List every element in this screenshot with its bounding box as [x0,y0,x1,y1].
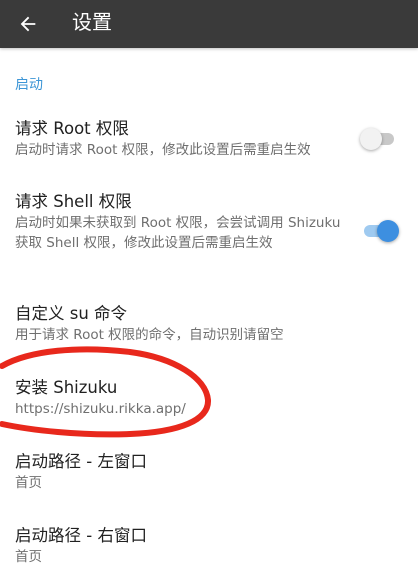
app-bar: 设置 [0,0,418,48]
pref-title: 请求 Root 权限 [15,119,129,138]
settings-list: 启动 请求 Root 权限 启动时请求 Root 权限，修改此设置后需重启生效 … [0,48,418,573]
pref-start-path-left[interactable]: 启动路径 - 左窗口 首页 [0,448,418,498]
shell-permission-switch[interactable] [360,220,399,242]
pref-summary: 首页 [15,549,42,565]
pref-start-path-right[interactable]: 启动路径 - 右窗口 首页 [0,522,418,572]
pref-install-shizuku[interactable]: 安装 Shizuku https://shizuku.rikka.app/ [0,374,418,424]
pref-title: 启动路径 - 右窗口 [15,526,147,545]
pref-title: 安装 Shizuku [15,378,118,397]
root-permission-switch[interactable] [360,128,398,150]
category-header-startup: 启动 [15,77,43,93]
page-title: 设置 [72,10,112,34]
switch-thumb [360,128,382,150]
pref-summary: 启动时如果未获取到 Root 权限，会尝试调用 Shizuku 获取 Shell… [15,215,341,251]
pref-custom-su-command[interactable]: 自定义 su 命令 用于请求 Root 权限的命令，自动识别请留空 [0,300,418,350]
back-button[interactable] [8,4,48,44]
pref-summary: 启动时请求 Root 权限，修改此设置后需重启生效 [15,142,311,158]
pref-title: 请求 Shell 权限 [15,192,132,211]
pref-summary: 首页 [15,475,42,491]
pref-request-root[interactable]: 请求 Root 权限 启动时请求 Root 权限，修改此设置后需重启生效 [0,112,418,174]
pref-title: 自定义 su 命令 [15,304,128,323]
pref-summary: 用于请求 Root 权限的命令，自动识别请留空 [15,327,284,343]
pref-request-shell[interactable]: 请求 Shell 权限 启动时如果未获取到 Root 权限，会尝试调用 Shiz… [0,188,418,278]
switch-thumb [377,220,399,242]
arrow-left-icon [20,16,36,32]
pref-title: 启动路径 - 左窗口 [15,452,147,471]
pref-summary: https://shizuku.rikka.app/ [15,401,186,417]
